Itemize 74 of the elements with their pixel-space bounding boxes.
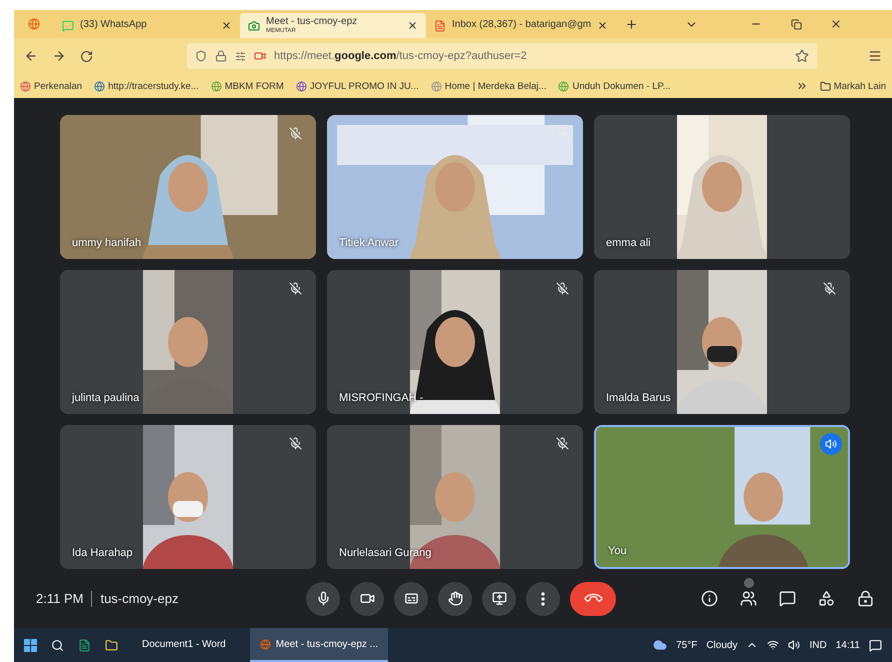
bookmark-link[interactable]: Perkenalan [20, 80, 82, 92]
participant-name: emma ali [606, 237, 651, 249]
sliders-icon [235, 50, 246, 62]
language-indicator[interactable]: IND [809, 640, 827, 650]
captions-button[interactable] [394, 582, 428, 616]
url-text: https://meet.google.com/tus-cmoy-epz?authuser=2 [274, 50, 528, 62]
lock-icon [215, 50, 227, 62]
participant-name: ummy hanifah [72, 237, 142, 249]
mic-icon [316, 591, 330, 606]
chat-icon [62, 20, 74, 32]
globe-icon [20, 80, 31, 92]
folder-icon [820, 80, 831, 92]
bookmark-link[interactable]: http://tracerstudy.ke... [94, 80, 199, 92]
more-icon [541, 592, 545, 606]
camera-icon [360, 591, 374, 606]
browser-tab[interactable]: (33) WhatsApp [54, 13, 240, 38]
close-icon[interactable] [597, 20, 608, 31]
search-icon[interactable] [51, 638, 64, 652]
weather-text: Cloudy [706, 640, 738, 650]
taskbar-app[interactable]: Document1 - Word [132, 628, 236, 662]
windows-icon[interactable] [24, 638, 37, 652]
bookmark-link[interactable]: Home | Merdeka Belaj... [430, 80, 546, 92]
close-icon[interactable] [221, 20, 232, 31]
bookmark-link[interactable]: MBKM FORM [210, 80, 284, 92]
present-button[interactable] [482, 582, 516, 616]
camera-icon [254, 50, 266, 62]
lock-icon[interactable] [857, 590, 874, 607]
browser-icon [260, 638, 271, 650]
participant-name: Titiek Anwar [339, 237, 399, 249]
notification-icon[interactable] [869, 638, 882, 652]
participant-name: You [608, 545, 627, 557]
camera-icon [248, 20, 260, 32]
folder-icon[interactable] [105, 638, 118, 652]
taskbar-app[interactable]: Meet - tus-cmoy-epz ... [250, 628, 388, 662]
participant-name: Ida Harahap [72, 547, 133, 559]
address-bar[interactable]: https://meet.google.com/tus-cmoy-epz?authuser=2 [187, 43, 817, 69]
bookmark-folder[interactable]: Markah Lain [820, 80, 886, 92]
bookmark-link[interactable]: Unduh Dokumen - LP... [558, 80, 671, 92]
shapes-icon[interactable] [818, 590, 835, 607]
notification-dot [744, 578, 754, 588]
meeting-time: 2:11 PM [36, 591, 84, 606]
globe-icon [430, 80, 442, 92]
more-button[interactable] [526, 582, 560, 616]
menu-icon[interactable] [868, 49, 882, 63]
bookmark-link[interactable]: JOYFUL PROMO IN JU... [296, 80, 419, 92]
mic-button[interactable] [306, 582, 340, 616]
close-icon[interactable] [407, 20, 418, 31]
captions-icon [404, 591, 418, 606]
back-icon[interactable] [24, 49, 38, 63]
clock[interactable]: 14:11 [836, 640, 860, 650]
shield-icon [195, 50, 207, 62]
people-icon[interactable] [740, 590, 757, 607]
globe-icon [210, 80, 222, 92]
globe-icon [558, 80, 570, 92]
present-icon [492, 591, 506, 606]
meeting-code: tus-cmoy-epz [100, 591, 178, 606]
info-icon[interactable] [701, 590, 718, 607]
chat-icon[interactable] [779, 590, 796, 607]
reload-icon[interactable] [80, 50, 93, 62]
temperature: 75°F [676, 640, 698, 650]
volume-icon[interactable] [788, 639, 800, 651]
globe-icon [296, 80, 307, 92]
participant-name: julinta paulina [72, 392, 140, 404]
participant-name: Imalda Barus [606, 392, 671, 404]
browser-tab[interactable]: Inbox (28,367) - batarigan@gm [426, 13, 616, 38]
cloud-icon [653, 638, 668, 652]
raise-hand-button[interactable] [438, 582, 472, 616]
globe-icon [94, 80, 106, 92]
star-icon[interactable] [795, 49, 809, 63]
forward-icon[interactable] [52, 49, 66, 63]
chevrons-right-icon[interactable] [796, 80, 808, 92]
end-call-button[interactable] [570, 582, 616, 616]
hand-icon [448, 591, 462, 606]
camera-button[interactable] [350, 582, 384, 616]
